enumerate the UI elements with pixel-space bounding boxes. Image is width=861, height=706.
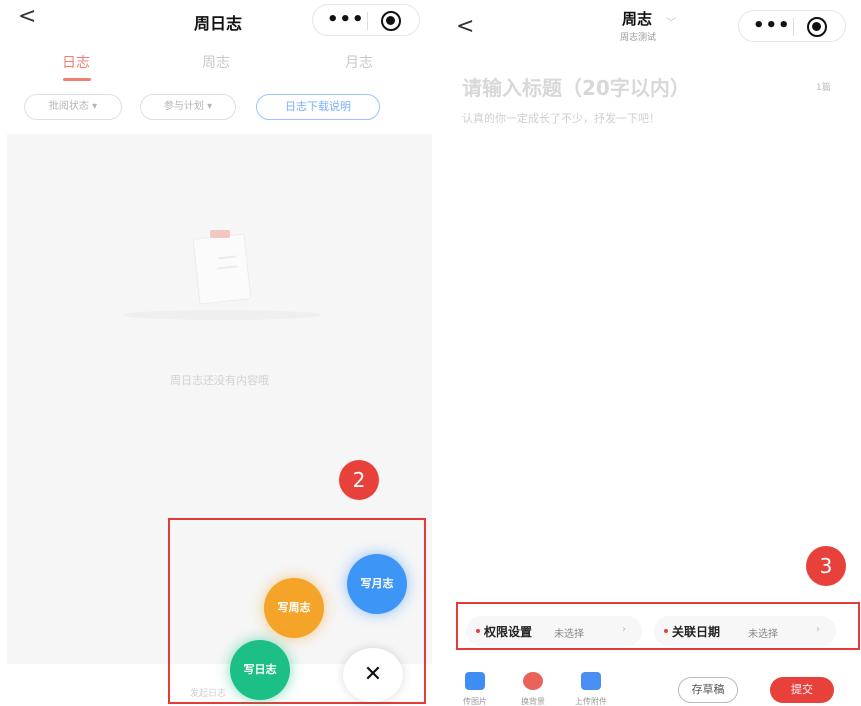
upload-attachment-button[interactable]: 上传附件 xyxy=(566,672,616,706)
step-badge-3: 3 xyxy=(806,546,846,586)
submit-button[interactable]: 提交 xyxy=(770,677,834,703)
tab-monthly[interactable]: 月志 xyxy=(345,52,373,72)
left-screen: < 周日志 ••• 日志 周志 月志 批阅状态 ▾ 参与计划 ▾ 日志下载说明 … xyxy=(0,0,432,706)
chevron-right-icon: › xyxy=(622,624,626,635)
page-subtitle: 周志测试 xyxy=(620,33,657,43)
required-dot xyxy=(476,629,480,633)
clipboard-icon xyxy=(192,233,252,305)
capsule-divider xyxy=(367,12,368,30)
right-screen: < 周志 ﹀ 周志测试 ••• 请输入标题（20字以内） 1篇 认真的你一定成长… xyxy=(442,0,861,706)
title-input[interactable]: 请输入标题（20字以内） xyxy=(462,72,690,101)
filter-bar: 批阅状态 ▾ 参与计划 ▾ 日志下载说明 xyxy=(0,94,432,126)
permission-value: 未选择 xyxy=(554,629,584,640)
linked-date-setting[interactable]: 关联日期 未选择 › xyxy=(654,616,836,646)
entry-count: 1篇 xyxy=(816,83,831,93)
change-background-button[interactable]: 换背景 xyxy=(512,672,554,706)
change-background-label: 换背景 xyxy=(521,697,545,706)
more-icon[interactable]: ••• xyxy=(327,9,365,30)
permission-setting[interactable]: 权限设置 未选择 › xyxy=(466,616,642,646)
close-miniprogram-icon[interactable] xyxy=(807,17,827,37)
paper-line xyxy=(216,265,237,270)
clip-icon xyxy=(210,230,230,238)
linked-date-value: 未选择 xyxy=(748,629,778,640)
illustration-shadow xyxy=(122,310,322,320)
page-title[interactable]: 周志 xyxy=(622,8,652,29)
paper-line xyxy=(217,255,236,260)
back-icon[interactable]: < xyxy=(456,14,474,39)
mini-program-capsule: ••• xyxy=(738,10,846,42)
upload-image-label: 传图片 xyxy=(463,697,487,706)
linked-date-label: 关联日期 xyxy=(672,625,721,639)
write-daily-button[interactable]: 写日志 xyxy=(230,640,290,700)
mini-program-capsule: ••• xyxy=(312,4,420,36)
step-badge-2: 2 xyxy=(339,460,379,500)
permission-label: 权限设置 xyxy=(484,625,533,639)
participation-plan-filter[interactable]: 参与计划 ▾ xyxy=(140,94,236,120)
close-fab-button[interactable]: ✕ xyxy=(343,648,403,702)
write-monthly-button[interactable]: 写月志 xyxy=(347,554,407,614)
back-icon[interactable]: < xyxy=(18,4,36,29)
more-icon[interactable]: ••• xyxy=(753,15,791,36)
upload-attachment-label: 上传附件 xyxy=(575,697,607,706)
journal-tabs: 日志 周志 月志 xyxy=(0,48,432,88)
close-miniprogram-icon[interactable] xyxy=(381,11,401,31)
write-weekly-button[interactable]: 写周志 xyxy=(264,578,324,638)
attachment-icon xyxy=(581,672,601,690)
empty-state-text: 周日志还没有内容哦 xyxy=(170,374,269,387)
active-tab-indicator xyxy=(63,78,91,81)
chevron-right-icon: › xyxy=(816,624,820,635)
save-draft-button[interactable]: 存草稿 xyxy=(678,677,738,703)
chevron-down-icon[interactable]: ﹀ xyxy=(666,14,676,29)
download-guide-button[interactable]: 日志下载说明 xyxy=(256,94,380,120)
empty-clipboard-illustration xyxy=(122,224,322,320)
tab-weekly[interactable]: 周志 xyxy=(202,52,230,72)
page-title: 周日志 xyxy=(194,14,243,33)
left-nav-bar: < 周日志 ••• xyxy=(0,0,432,40)
tab-daily[interactable]: 日志 xyxy=(62,52,90,72)
image-icon xyxy=(465,672,485,690)
approval-status-filter[interactable]: 批阅状态 ▾ xyxy=(24,94,122,120)
palette-icon xyxy=(523,672,543,690)
upload-image-button[interactable]: 传图片 xyxy=(454,672,496,706)
required-dot xyxy=(664,629,668,633)
body-input[interactable]: 认真的你一定成长了不少，抒发一下吧！ xyxy=(462,110,660,126)
capsule-divider xyxy=(793,18,794,36)
